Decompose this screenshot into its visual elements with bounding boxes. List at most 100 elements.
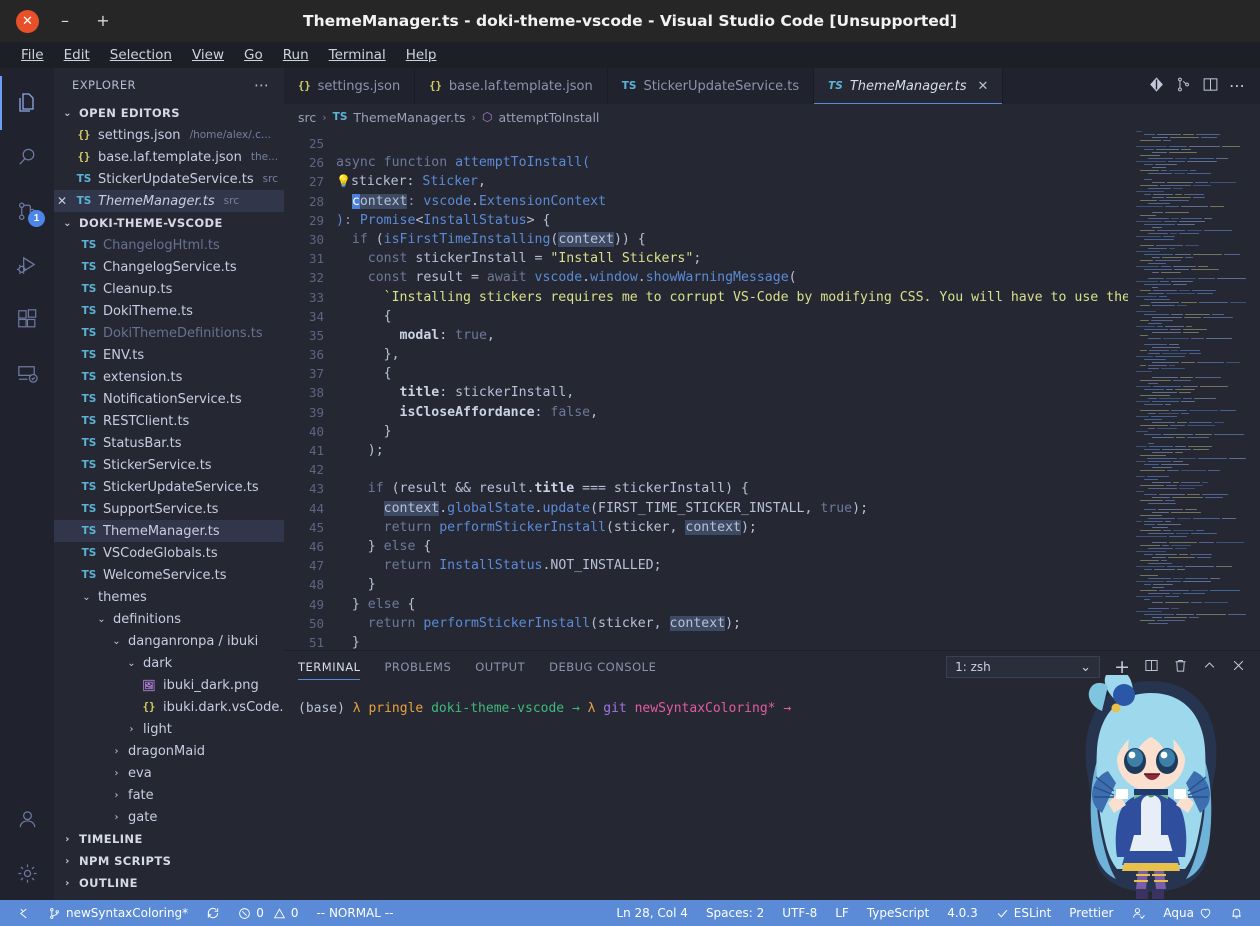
code-editor[interactable]: 25 26 27 28 29 30 31 32 33 34 35 36 37 38 39 40 41 42 43 44… <box>284 130 1260 650</box>
tree-folder-row[interactable]: ⌄ danganronpa / ibuki <box>54 630 284 652</box>
status-vim-mode[interactable]: -- NORMAL -- <box>307 900 402 926</box>
tree-file-row[interactable]: TS StickerService.ts <box>54 454 284 476</box>
menu-help[interactable]: Help <box>397 45 446 65</box>
kill-terminal-icon[interactable] <box>1173 658 1188 677</box>
section-open-editors[interactable]: ⌄ OPEN EDITORS <box>54 102 284 124</box>
tree-file-row[interactable]: TS WelcomeService.ts <box>54 564 284 586</box>
open-editor-item[interactable]: {} base.laf.template.json the... <box>54 146 284 168</box>
status-remote-dev-icon[interactable] <box>1122 900 1154 926</box>
menu-go[interactable]: Go <box>235 45 272 65</box>
tree-folder-row[interactable]: › eva <box>54 762 284 784</box>
activity-explorer[interactable] <box>0 76 54 130</box>
activity-remote-explorer[interactable] <box>0 346 54 400</box>
code-line[interactable]: `Installing stickers requires me to corr… <box>336 288 1260 307</box>
tab-stickerupdateservice-ts[interactable]: TS StickerUpdateService.ts <box>607 68 815 104</box>
tree-file-row[interactable]: TS DokiTheme.ts <box>54 300 284 322</box>
section-project[interactable]: ⌄ DOKI-THEME-VSCODE <box>54 212 284 234</box>
code-line[interactable]: title: stickerInstall, <box>336 383 1260 402</box>
tree-folder-row[interactable]: › light <box>54 718 284 740</box>
new-terminal-icon[interactable]: + <box>1114 658 1130 677</box>
tree-file-row[interactable]: {} ibuki.dark.vsCode.definit... <box>54 696 284 718</box>
menu-run[interactable]: Run <box>274 45 318 65</box>
menu-edit[interactable]: Edit <box>55 45 99 65</box>
panel-tab-output[interactable]: OUTPUT <box>475 651 539 683</box>
code-line[interactable]: { <box>336 364 1260 383</box>
section-npm-scripts[interactable]: › NPM SCRIPTS <box>54 850 284 872</box>
status-eol[interactable]: LF <box>826 900 858 926</box>
tree-folder-row[interactable]: › gate <box>54 806 284 828</box>
remote-indicator[interactable] <box>8 900 39 926</box>
maximize-window-button[interactable]: + <box>91 9 115 33</box>
status-notifications-icon[interactable] <box>1221 900 1252 926</box>
code-line[interactable]: } <box>336 422 1260 441</box>
status-problems[interactable]: 0 0 <box>229 900 307 926</box>
close-window-button[interactable]: ✕ <box>16 9 39 33</box>
code-line[interactable]: } <box>336 633 1260 650</box>
status-sync-icon[interactable] <box>197 900 229 926</box>
code-line[interactable]: async function attemptToInstall( <box>336 153 1260 172</box>
code-line[interactable]: ): Promise<InstallStatus> { <box>336 211 1260 230</box>
activity-source-control[interactable]: 1 <box>0 184 54 238</box>
tree-file-row[interactable]: TS DokiThemeDefinitions.ts <box>54 322 284 344</box>
code-line[interactable]: modal: true, <box>336 326 1260 345</box>
tree-file-row[interactable]: TS ChangelogHtml.ts <box>54 234 284 256</box>
status-ts-version[interactable]: 4.0.3 <box>938 900 987 926</box>
close-panel-icon[interactable] <box>1231 658 1246 677</box>
code-line[interactable]: const stickerInstall = "Install Stickers… <box>336 249 1260 268</box>
code-line[interactable]: } else { <box>336 595 1260 614</box>
lightbulb-icon[interactable]: 💡 <box>336 174 351 188</box>
code-line[interactable]: isCloseAffordance: false, <box>336 403 1260 422</box>
tab-settings-json[interactable]: {} settings.json <box>284 68 416 104</box>
status-eslint[interactable]: ESLint <box>987 900 1061 926</box>
split-diff-icon[interactable] <box>1175 76 1192 97</box>
status-cursor-position[interactable]: Ln 28, Col 4 <box>607 900 697 926</box>
code-line[interactable] <box>336 134 1260 153</box>
tree-file-row[interactable]: TS extension.ts <box>54 366 284 388</box>
open-editor-item[interactable]: {} settings.json /home/alex/.c... <box>54 124 284 146</box>
code-line[interactable] <box>336 460 1260 479</box>
activity-search[interactable] <box>0 130 54 184</box>
split-editor-icon[interactable] <box>1202 76 1219 97</box>
tree-file-row[interactable]: 🖼 ibuki_dark.png <box>54 674 284 696</box>
code-line[interactable]: ); <box>336 441 1260 460</box>
code-line[interactable]: if (result && result.title === stickerIn… <box>336 479 1260 498</box>
tree-file-row[interactable]: TS RESTClient.ts <box>54 410 284 432</box>
menu-terminal[interactable]: Terminal <box>320 45 395 65</box>
activity-run-debug[interactable] <box>0 238 54 292</box>
code-line[interactable]: if (isFirstTimeInstalling(context)) { <box>336 230 1260 249</box>
tree-file-row[interactable]: TS SupportService.ts <box>54 498 284 520</box>
status-branch[interactable]: newSyntaxColoring* <box>39 900 197 926</box>
code-line[interactable]: } else { <box>336 537 1260 556</box>
more-actions-icon[interactable]: ⋯ <box>1229 78 1246 94</box>
code-line[interactable]: return performStickerInstall(sticker, co… <box>336 614 1260 633</box>
status-doki-theme[interactable]: Aqua <box>1154 900 1221 926</box>
tree-folder-row[interactable]: ⌄ definitions <box>54 608 284 630</box>
tree-file-row[interactable]: TS StickerUpdateService.ts <box>54 476 284 498</box>
tab-thememanager-ts[interactable]: TS ThemeManager.ts ✕ <box>814 68 1004 104</box>
code-line[interactable]: } <box>336 575 1260 594</box>
breadcrumb-file[interactable]: ThemeManager.ts <box>353 110 465 125</box>
close-icon[interactable]: ✕ <box>978 79 989 94</box>
activity-accounts[interactable] <box>0 792 54 846</box>
activity-extensions[interactable] <box>0 292 54 346</box>
tree-file-row[interactable]: TS NotificationService.ts <box>54 388 284 410</box>
code-line[interactable]: return performStickerInstall(sticker, co… <box>336 518 1260 537</box>
tree-file-row[interactable]: TS VSCodeGlobals.ts <box>54 542 284 564</box>
tree-file-row[interactable]: TS ChangelogService.ts <box>54 256 284 278</box>
menu-file[interactable]: File <box>12 45 53 65</box>
panel-tab-debug-console[interactable]: DEBUG CONSOLE <box>549 651 670 683</box>
status-indentation[interactable]: Spaces: 2 <box>697 900 773 926</box>
activity-settings[interactable] <box>0 846 54 900</box>
open-editor-item-active[interactable]: ✕ TS ThemeManager.ts src <box>54 190 284 212</box>
split-terminal-icon[interactable] <box>1144 658 1159 677</box>
code-line[interactable]: }, <box>336 345 1260 364</box>
close-editor-icon[interactable]: ✕ <box>54 194 70 208</box>
code-line[interactable]: context: vscode.ExtensionContext <box>336 192 1260 211</box>
status-prettier[interactable]: Prettier <box>1060 900 1122 926</box>
menu-view[interactable]: View <box>183 45 233 65</box>
tree-folder-row[interactable]: › fate <box>54 784 284 806</box>
code-line[interactable]: return InstallStatus.NOT_INSTALLED; <box>336 556 1260 575</box>
tab-base-laf-template-json[interactable]: {} base.laf.template.json <box>415 68 608 104</box>
breadcrumb-symbol[interactable]: attemptToInstall <box>498 110 599 125</box>
code-line[interactable]: { <box>336 307 1260 326</box>
